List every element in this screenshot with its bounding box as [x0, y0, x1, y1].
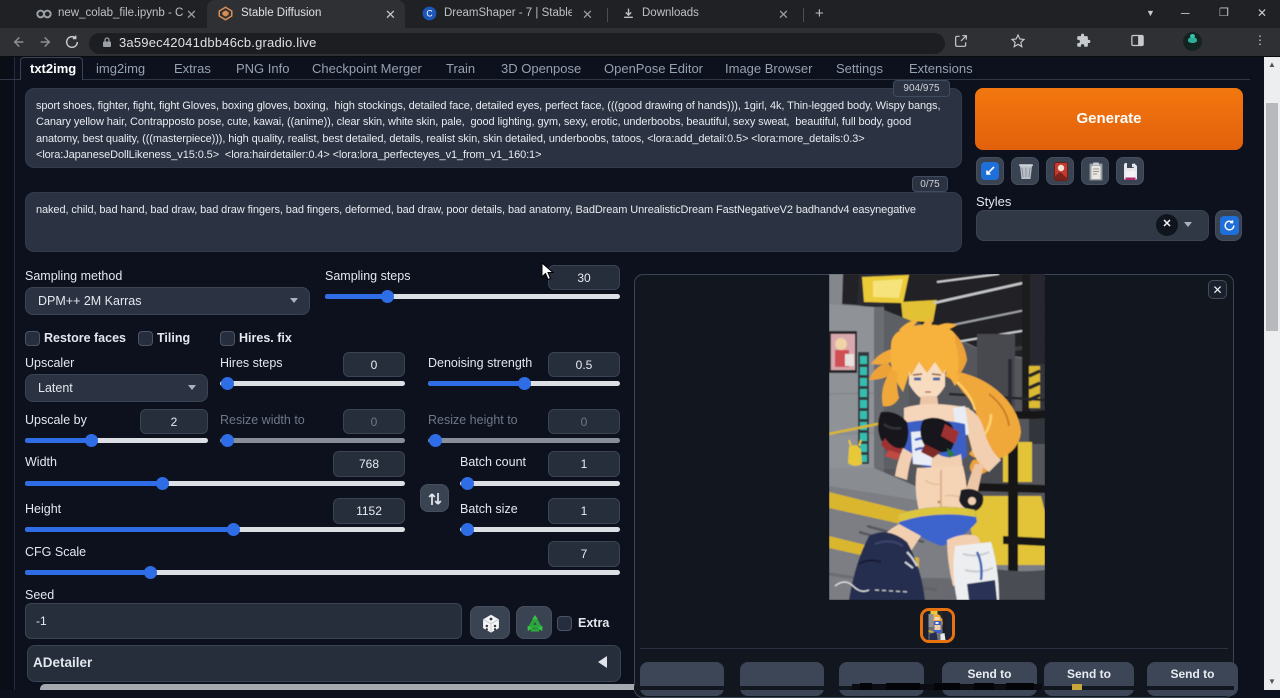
- svg-text:C: C: [426, 9, 432, 19]
